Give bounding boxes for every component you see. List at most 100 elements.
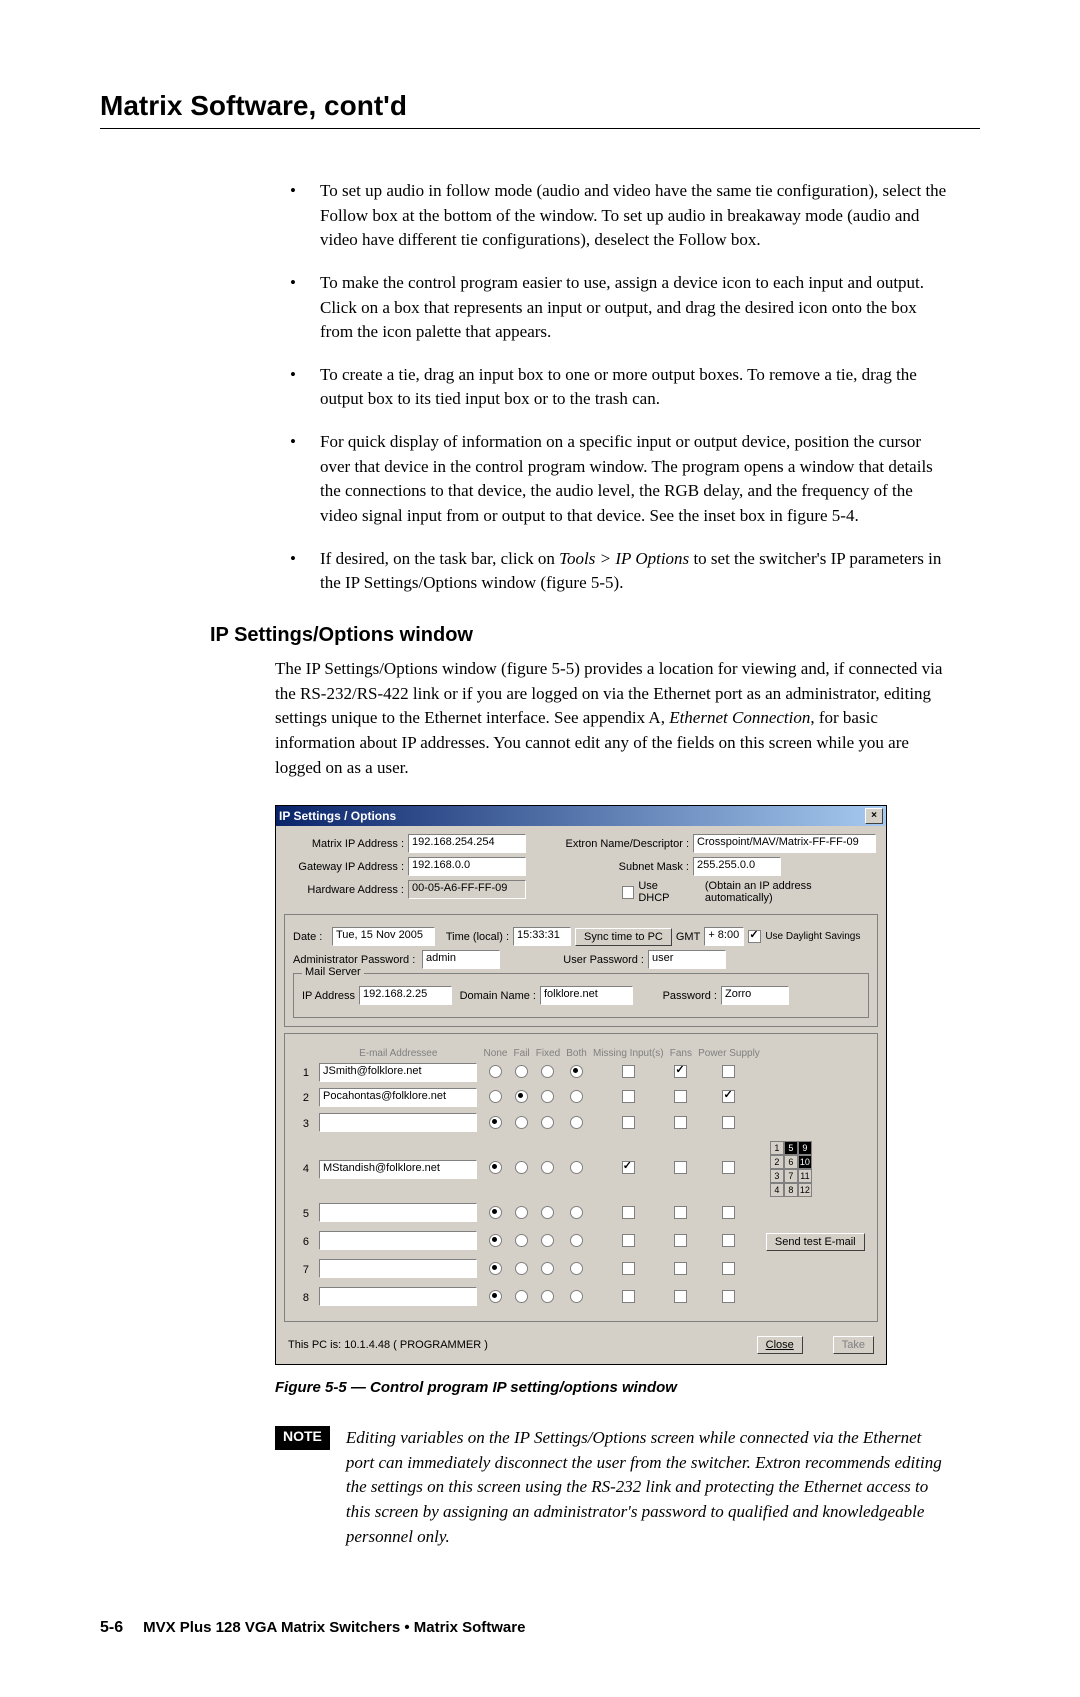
radio-both[interactable] [570, 1116, 583, 1129]
radio-both[interactable] [570, 1206, 583, 1219]
date-label: Date : [293, 931, 328, 943]
chk-fans[interactable] [674, 1262, 687, 1275]
chk-fans[interactable] [674, 1090, 687, 1103]
radio-fixed[interactable] [541, 1090, 554, 1103]
extron-input[interactable]: Crosspoint/MAV/Matrix-FF-FF-09 [693, 834, 876, 853]
chk-missing[interactable] [622, 1290, 635, 1303]
email-input[interactable] [319, 1231, 477, 1250]
radio-none[interactable] [489, 1161, 502, 1174]
footer-text: MVX Plus 128 VGA Matrix Switchers • Matr… [143, 1619, 525, 1636]
radio-both[interactable] [570, 1262, 583, 1275]
gateway-label: Gateway IP Address : [284, 861, 404, 873]
chk-power[interactable] [722, 1161, 735, 1174]
radio-fail[interactable] [515, 1262, 528, 1275]
gmt-label: GMT [676, 931, 700, 943]
radio-both[interactable] [570, 1065, 583, 1078]
chk-missing[interactable] [622, 1206, 635, 1219]
dialog-title: IP Settings / Options [279, 809, 396, 823]
chk-missing[interactable] [622, 1065, 635, 1078]
mail-group-title: Mail Server [302, 966, 364, 978]
radio-fixed[interactable] [541, 1206, 554, 1219]
radio-both[interactable] [570, 1090, 583, 1103]
radio-fail[interactable] [515, 1161, 528, 1174]
email-input[interactable]: Pocahontas@folklore.net [319, 1088, 477, 1107]
radio-none[interactable] [489, 1290, 502, 1303]
close-icon[interactable]: × [865, 808, 883, 824]
chk-fans[interactable] [674, 1206, 687, 1219]
chk-power[interactable] [722, 1116, 735, 1129]
chk-fans[interactable] [674, 1234, 687, 1247]
dst-checkbox[interactable] [748, 930, 761, 943]
email-input[interactable] [319, 1287, 477, 1306]
radio-fail[interactable] [515, 1065, 528, 1078]
chk-missing[interactable] [622, 1234, 635, 1247]
user-pwd-label: User Password : [504, 954, 644, 966]
radio-fixed[interactable] [541, 1116, 554, 1129]
radio-both[interactable] [570, 1234, 583, 1247]
radio-fail[interactable] [515, 1290, 528, 1303]
chk-power[interactable] [722, 1234, 735, 1247]
radio-fail[interactable] [515, 1090, 528, 1103]
chk-fans[interactable] [674, 1290, 687, 1303]
this-pc-label: This PC is: 10.1.4.48 ( PROGRAMMER ) [288, 1339, 488, 1351]
chk-power[interactable] [722, 1262, 735, 1275]
radio-fail[interactable] [515, 1234, 528, 1247]
figure-caption: Figure 5-5 — Control program IP setting/… [275, 1379, 980, 1396]
chk-fans[interactable] [674, 1116, 687, 1129]
extron-label: Extron Name/Descriptor : [564, 838, 689, 850]
email-input[interactable] [319, 1259, 477, 1278]
email-input[interactable] [319, 1113, 477, 1132]
radio-fixed[interactable] [541, 1290, 554, 1303]
close-button[interactable]: Close [757, 1336, 803, 1354]
chk-fans[interactable] [674, 1065, 687, 1078]
time-input[interactable]: 15:33:31 [513, 927, 571, 946]
chk-power[interactable] [722, 1065, 735, 1078]
matrix-ip-label: Matrix IP Address : [284, 838, 404, 850]
subnet-input[interactable]: 255.255.0.0 [693, 857, 781, 876]
dhcp-checkbox[interactable] [622, 886, 635, 899]
radio-fail[interactable] [515, 1206, 528, 1219]
radio-both[interactable] [570, 1161, 583, 1174]
sync-button[interactable]: Sync time to PC [575, 928, 672, 946]
gmt-input[interactable]: + 8:00 [704, 927, 744, 946]
chk-missing[interactable] [622, 1262, 635, 1275]
dhcp-label: Use DHCP [638, 880, 690, 904]
gateway-input[interactable]: 192.168.0.0 [408, 857, 526, 876]
email-input[interactable] [319, 1203, 477, 1222]
admin-pwd-input[interactable]: admin [422, 950, 500, 969]
mail-pwd-label: Password : [637, 990, 717, 1002]
user-pwd-input[interactable]: user [648, 950, 726, 969]
chk-fans[interactable] [674, 1161, 687, 1174]
take-button[interactable]: Take [833, 1336, 874, 1354]
radio-fixed[interactable] [541, 1161, 554, 1174]
radio-none[interactable] [489, 1090, 502, 1103]
dialog-titlebar: IP Settings / Options × [276, 806, 886, 826]
radio-both[interactable] [570, 1290, 583, 1303]
chk-missing[interactable] [622, 1090, 635, 1103]
domain-input[interactable]: folklore.net [540, 986, 633, 1005]
radio-none[interactable] [489, 1065, 502, 1078]
radio-fail[interactable] [515, 1116, 528, 1129]
bullet-dot: • [290, 179, 320, 253]
radio-fixed[interactable] [541, 1262, 554, 1275]
radio-fixed[interactable] [541, 1234, 554, 1247]
matrix-ip-input[interactable]: 192.168.254.254 [408, 834, 526, 853]
chk-power[interactable] [722, 1206, 735, 1219]
radio-none[interactable] [489, 1234, 502, 1247]
subnet-label: Subnet Mask : [564, 861, 689, 873]
radio-none[interactable] [489, 1262, 502, 1275]
chk-missing[interactable] [622, 1161, 635, 1174]
email-input[interactable]: MStandish@folklore.net [319, 1160, 477, 1179]
chk-power[interactable] [722, 1090, 735, 1103]
send-test-button[interactable]: Send test E-mail [766, 1233, 865, 1251]
radio-fixed[interactable] [541, 1065, 554, 1078]
radio-none[interactable] [489, 1206, 502, 1219]
chk-missing[interactable] [622, 1116, 635, 1129]
mail-pwd-input[interactable]: Zorro [721, 986, 789, 1005]
mail-ip-input[interactable]: 192.168.2.25 [359, 986, 452, 1005]
chk-power[interactable] [722, 1290, 735, 1303]
radio-none[interactable] [489, 1116, 502, 1129]
admin-pwd-label: Administrator Password : [293, 954, 418, 966]
email-input[interactable]: JSmith@folklore.net [319, 1063, 477, 1082]
date-input[interactable]: Tue, 15 Nov 2005 [332, 927, 435, 946]
